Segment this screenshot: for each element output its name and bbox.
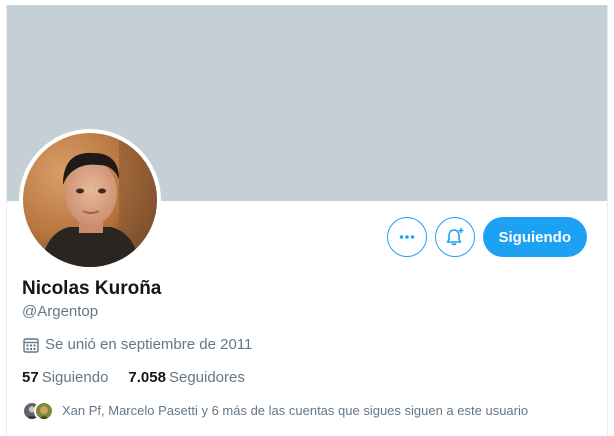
profile-card: Siguiendo Nicolas Kuroña @Argentop Se un… (6, 5, 608, 436)
followers-you-know-avatars (22, 401, 54, 421)
user-handle: @Argentop (22, 303, 99, 320)
join-date-text: Se unió en septiembre de 2011 (45, 336, 253, 353)
profile-stats: 57 Siguiendo 7.058 Seguidores (22, 368, 592, 388)
bell-plus-icon (446, 228, 463, 246)
followers-label: Seguidores (168, 369, 245, 386)
notifications-button[interactable] (434, 217, 475, 257)
followed-by-text: Xan Pf, Marcelo Pasetti y 6 más de las c… (62, 403, 529, 418)
profile-actions: Siguiendo (386, 217, 587, 257)
calendar-icon (23, 338, 39, 353)
profile-avatar[interactable] (23, 133, 157, 267)
profile-info: Nicolas Kuroña @Argentop Se unió en sept… (22, 277, 592, 421)
profile-avatar-frame (19, 129, 161, 271)
followed-by[interactable]: Xan Pf, Marcelo Pasetti y 6 más de las c… (22, 401, 592, 421)
following-count: 57 (22, 369, 39, 386)
following-button[interactable]: Siguiendo (482, 217, 587, 257)
more-button[interactable] (386, 217, 427, 257)
display-name: Nicolas Kuroña (22, 278, 162, 299)
following-label: Siguiendo (41, 369, 109, 386)
following-link[interactable]: 57 Siguiendo (22, 368, 108, 388)
mini-avatar (34, 401, 54, 421)
followers-count: 7.058 (128, 369, 166, 386)
more-horizontal-icon (399, 235, 414, 239)
join-date: Se unió en septiembre de 2011 (22, 335, 592, 355)
followers-link[interactable]: 7.058 Seguidores (128, 368, 244, 388)
